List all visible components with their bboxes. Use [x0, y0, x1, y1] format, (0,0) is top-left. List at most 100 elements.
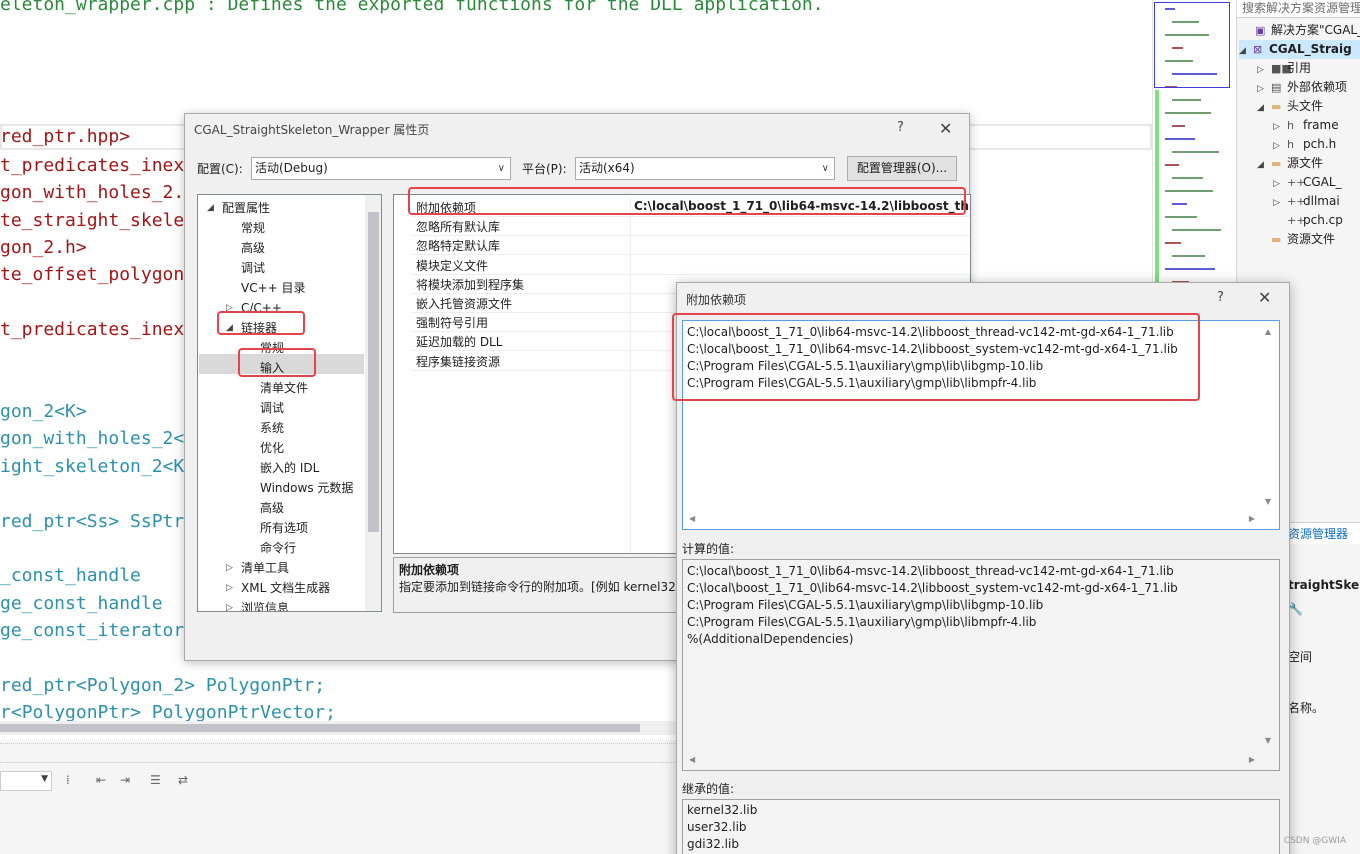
help-button[interactable]: ?	[1217, 290, 1224, 305]
inherited-values-box[interactable]: kernel32.lib user32.lib gdi32.lib	[682, 799, 1280, 854]
tree-item[interactable]: 嵌入的 IDL	[260, 458, 319, 478]
word-wrap-icon[interactable]: ⇄	[178, 773, 188, 787]
solution-item[interactable]: ▬ 资源文件	[1257, 230, 1335, 249]
expanded-triangle-icon[interactable]: ◢	[1239, 42, 1253, 61]
config-dropdown[interactable]: 活动(Debug) ∨	[251, 157, 511, 180]
scroll-left-icon[interactable]: ◀	[689, 514, 695, 523]
tree-item[interactable]: VC++ 目录	[241, 278, 306, 298]
clear-all-icon[interactable]: ☰	[150, 773, 161, 787]
tree-item[interactable]: 优化	[260, 438, 284, 458]
expanded-triangle-icon[interactable]: ◢	[1257, 156, 1271, 175]
solution-item-label: 源文件	[1287, 156, 1324, 170]
solution-item-label: 资源文件	[1287, 232, 1336, 246]
tree-item[interactable]: XML 文档生成器	[241, 578, 330, 598]
solution-search-input[interactable]: 搜索解决方案资源管理	[1237, 0, 1360, 18]
solution-item[interactable]: ▷ ■■引用	[1257, 59, 1311, 78]
tree-item[interactable]: 高级	[241, 238, 265, 258]
scroll-left-icon[interactable]: ◀	[689, 755, 695, 764]
chevron-down-icon: ∨	[821, 163, 829, 174]
tree-item[interactable]: 命令行	[260, 538, 296, 558]
scroll-right-icon[interactable]: ▶	[1249, 514, 1255, 523]
solution-item-label: CGAL_	[1303, 175, 1342, 189]
platform-dropdown[interactable]: 活动(x64) ∨	[575, 157, 835, 180]
tree-item[interactable]: 调试	[260, 398, 284, 418]
scroll-right-icon[interactable]: ▶	[1249, 755, 1255, 764]
minimap-line	[1172, 203, 1187, 205]
property-text: 名称。	[1288, 701, 1325, 715]
tree-item[interactable]: 常规	[241, 218, 265, 238]
code-line: ge_const_iterator	[0, 620, 185, 641]
tree-item[interactable]: 配置属性	[222, 198, 270, 218]
code-line: _const_handle	[0, 565, 141, 586]
indent-icon[interactable]: ⇤	[96, 773, 106, 787]
grid-row-name: 忽略所有默认库	[416, 220, 501, 235]
dialog-title: CGAL_StraightSkeleton_Wrapper 属性页	[194, 123, 430, 137]
solution-item[interactable]: ◢ ⊠ CGAL_Straig	[1239, 40, 1360, 59]
grid-row[interactable]: 忽略所有默认库	[412, 217, 970, 237]
collapsed-triangle-icon[interactable]: ▷	[226, 603, 233, 611]
solution-item-label: 引用	[1287, 61, 1312, 75]
panel-splitter[interactable]	[0, 743, 676, 763]
config-manager-button[interactable]: 配置管理器(O)...	[847, 156, 957, 181]
computed-values-box[interactable]: C:\local\boost_1_71_0\lib64-msvc-14.2\li…	[682, 559, 1280, 771]
code-line: t_predicates_inex	[0, 319, 185, 340]
property-text: 空间	[1288, 650, 1313, 664]
scroll-up-icon[interactable]: ▲	[1265, 327, 1271, 336]
solution-item[interactable]: ▷ h frame	[1273, 116, 1339, 135]
description-title: 附加依赖项	[399, 563, 460, 577]
solution-item[interactable]: ▣ 解决方案"CGAL_	[1241, 21, 1360, 40]
grid-row[interactable]: 忽略特定默认库	[412, 236, 970, 256]
tab-solution-explorer[interactable]: 资源管理器	[1284, 522, 1360, 544]
description-text: 指定要添加到链接命令行的附加项。[例如 kernel32.	[399, 580, 680, 594]
highlight-input-node	[238, 348, 316, 377]
solution-item[interactable]: ▷ ++dllmai	[1273, 192, 1340, 211]
tree-item[interactable]: 系统	[260, 418, 284, 438]
collapsed-triangle-icon[interactable]: ▷	[226, 583, 233, 593]
grid-row-name: 强制符号引用	[416, 316, 489, 331]
grid-row-name: 忽略特定默认库	[416, 239, 501, 254]
minimap-line	[1172, 99, 1201, 101]
code-line: red_ptr<Ss> SsPtr	[0, 511, 185, 532]
scrollbar-thumb[interactable]	[368, 212, 379, 532]
close-button[interactable]: ✕	[1258, 288, 1271, 307]
find-message-icon[interactable]: ⁞	[66, 773, 70, 787]
external-deps-icon: ▤	[1271, 81, 1282, 94]
tree-item[interactable]: 调试	[241, 258, 265, 278]
property-tree[interactable]: ◢ 配置属性 常规 高级 调试 VC++ 目录 ▷ C/C++ ◢ 链接器 常规 输入 清单文件 调试 系统…	[197, 194, 382, 612]
tree-item[interactable]: 清单工具	[241, 558, 289, 578]
header-file-icon: h	[1287, 119, 1294, 132]
expanded-triangle-icon[interactable]: ◢	[1257, 99, 1271, 118]
minimap-line	[1165, 268, 1215, 270]
expanded-triangle-icon[interactable]: ◢	[207, 203, 214, 213]
solution-item[interactable]: ++pch.cp	[1273, 211, 1343, 230]
solution-item[interactable]: ◢ ▬ 头文件	[1257, 97, 1323, 116]
tree-item[interactable]: Windows 元数据	[260, 478, 353, 498]
outdent-icon[interactable]: ⇥	[120, 773, 130, 787]
text-line: %(AdditionalDependencies)	[687, 632, 854, 646]
folder-icon: ▬	[1271, 233, 1282, 246]
scroll-down-icon[interactable]: ▼	[1265, 736, 1271, 745]
collapsed-triangle-icon[interactable]: ▷	[226, 563, 233, 573]
code-line: gon_2<K>	[0, 401, 87, 422]
scroll-down-icon[interactable]: ▼	[1265, 497, 1271, 506]
solution-item[interactable]: ▷ ++CGAL_	[1273, 173, 1342, 192]
solution-item[interactable]: ◢ ▬ 源文件	[1257, 154, 1323, 173]
scrollbar-thumb[interactable]	[0, 724, 640, 732]
tree-item[interactable]: 浏览信息	[241, 598, 289, 611]
tree-item[interactable]: 清单文件	[260, 378, 308, 398]
grid-row[interactable]: 模块定义文件	[412, 256, 970, 275]
inherited-values-label: 继承的值:	[682, 782, 735, 796]
solution-item[interactable]: ▷ h pch.h	[1273, 135, 1336, 154]
tree-item[interactable]: 所有选项	[260, 518, 308, 538]
minimap-viewport[interactable]	[1154, 2, 1230, 88]
folder-icon: ▬	[1271, 100, 1282, 113]
help-button[interactable]: ?	[897, 120, 904, 135]
minimap-line	[1165, 190, 1213, 192]
wrench-icon[interactable]: 🔧	[1288, 602, 1303, 616]
output-source-dropdown[interactable]: ▼	[0, 771, 52, 791]
tree-item[interactable]: 高级	[260, 498, 284, 518]
cpp-file-icon: ++	[1287, 214, 1306, 227]
close-button[interactable]: ✕	[939, 119, 952, 138]
minimap-line	[1172, 177, 1203, 179]
solution-item[interactable]: ▷ ▤ 外部依赖项	[1257, 78, 1347, 97]
